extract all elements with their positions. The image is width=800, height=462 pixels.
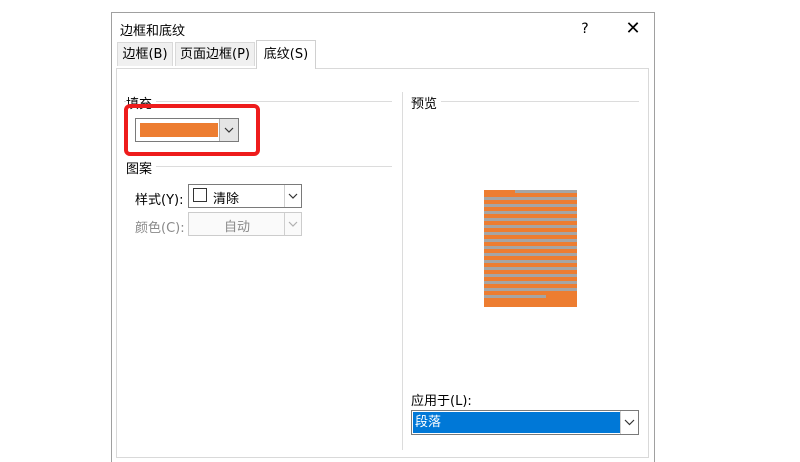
tab-borders[interactable]: 边框(B) xyxy=(117,42,173,66)
help-button[interactable]: ? xyxy=(570,15,600,43)
style-value: 清除 xyxy=(213,192,240,207)
close-button[interactable]: ✕ xyxy=(617,15,649,43)
preview-text-line xyxy=(484,288,577,291)
fill-group-line xyxy=(124,101,392,102)
apply-to-value: 段落 xyxy=(413,412,620,433)
apply-to-label: 应用于(L): xyxy=(411,394,472,409)
preview-text-line xyxy=(484,260,577,263)
color-dropdown[interactable]: 自动 xyxy=(188,212,302,236)
color-label: 颜色(C): xyxy=(135,221,185,236)
tab-shading[interactable]: 底纹(S) xyxy=(256,40,316,69)
preview-text-line xyxy=(484,197,577,200)
apply-to-dropdown[interactable]: 段落 xyxy=(411,410,639,435)
preview-group-label: 预览 xyxy=(411,93,442,112)
fill-highlight-box xyxy=(124,104,260,156)
pattern-group-line xyxy=(150,166,392,167)
chevron-down-icon[interactable] xyxy=(284,185,301,207)
style-label: 样式(Y): xyxy=(135,193,184,208)
preview-text-line xyxy=(484,232,577,235)
style-dropdown[interactable]: 清除 xyxy=(188,184,302,208)
preview-text-line xyxy=(484,204,577,207)
color-value: 自动 xyxy=(224,220,251,235)
title-bar: 边框和底纹 ? ✕ xyxy=(112,13,654,45)
preview-text-line xyxy=(484,246,577,249)
chevron-down-icon xyxy=(284,213,301,235)
shading-preview xyxy=(484,190,577,307)
preview-text-line xyxy=(484,211,577,214)
tab-page-borders[interactable]: 页面边框(P) xyxy=(175,42,255,66)
preview-text-line xyxy=(484,239,577,242)
chevron-down-icon[interactable] xyxy=(620,411,638,434)
preview-text-line xyxy=(484,281,577,284)
preview-text-line xyxy=(484,218,577,221)
preview-group-line xyxy=(440,101,639,102)
section-divider xyxy=(402,92,403,450)
preview-text-line xyxy=(484,295,546,298)
dialog-title: 边框和底纹 xyxy=(120,24,186,39)
preview-text-line xyxy=(484,225,577,228)
preview-text-line xyxy=(515,190,577,193)
preview-text-line xyxy=(484,253,577,256)
preview-text-line xyxy=(484,267,577,270)
pattern-swatch xyxy=(193,188,207,202)
pattern-group-label: 图案 xyxy=(126,158,157,177)
preview-text-line xyxy=(484,274,577,277)
